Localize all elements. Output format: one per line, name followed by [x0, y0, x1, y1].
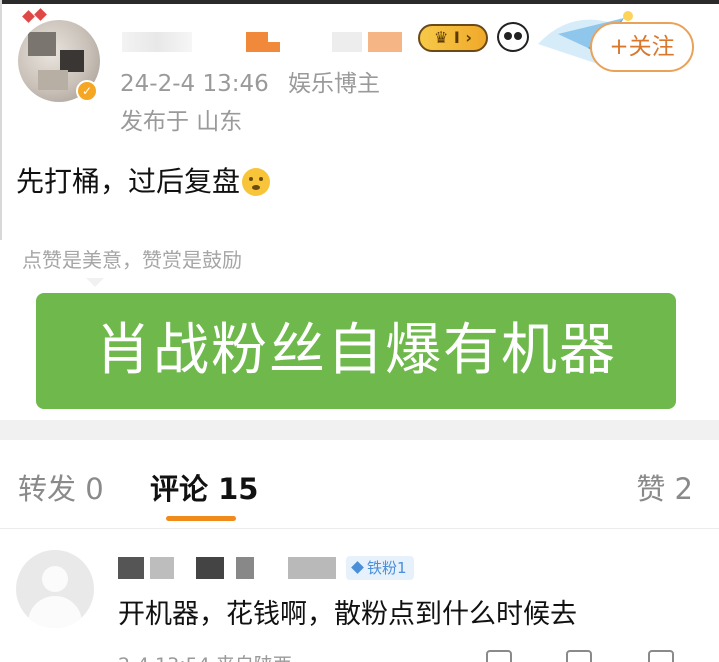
comment-text: 开机器，花钱啊，散粉点到什么时候去 — [118, 599, 577, 630]
tabs-divider — [0, 528, 719, 529]
caption-banner: 肖战粉丝自爆有机器 — [36, 293, 676, 409]
author-tag: 娱乐博主 — [288, 71, 381, 97]
author-name-blurred — [268, 32, 280, 42]
post-content: 先打桶，过后复盘 — [16, 160, 271, 200]
post-timestamp: 24-2-4 13:46 — [120, 71, 269, 97]
commenter-name-blurred[interactable] — [118, 557, 144, 579]
level-badge-label: I — [453, 28, 460, 47]
reward-note[interactable]: 点赞是美意，赞赏是鼓励 — [22, 244, 242, 273]
active-tab-indicator — [166, 516, 236, 521]
tab-like[interactable]: 赞 2 — [636, 466, 693, 508]
fan-badge: 铁粉1 — [346, 556, 414, 580]
commenter-avatar[interactable] — [16, 550, 94, 628]
section-divider — [0, 420, 719, 440]
follow-button[interactable]: +关注 — [590, 22, 694, 72]
post-meta: 24-2-4 13:46 娱乐博主 — [120, 64, 380, 98]
tab-repost[interactable]: 转发 0 — [18, 466, 104, 508]
panda-icon — [497, 22, 529, 52]
share-icon[interactable] — [486, 650, 512, 662]
left-edge — [0, 0, 2, 240]
diamond-icon — [351, 561, 364, 574]
commenter-name-blurred — [288, 557, 336, 579]
like-icon[interactable] — [648, 650, 674, 662]
fan-badge-label: 铁粉1 — [367, 559, 407, 577]
commenter-name-blurred — [150, 557, 174, 579]
thinking-face-icon — [242, 168, 271, 196]
verified-badge-icon: ✓ — [76, 80, 98, 102]
author-name-blurred — [368, 32, 402, 52]
author-name-blurred — [332, 32, 362, 52]
commenter-name-blurred — [196, 557, 224, 579]
author-name-blurred[interactable] — [122, 32, 192, 52]
level-badge: ♛ I › — [418, 24, 488, 52]
commenter-name-blurred — [236, 557, 254, 579]
reply-icon[interactable] — [566, 650, 592, 662]
post-location: 发布于 山东 — [120, 109, 243, 135]
reward-caret-icon — [86, 278, 104, 287]
comment-meta: 2-4 13:54 来自陕西 — [118, 650, 292, 662]
post-content-text: 先打桶，过后复盘 — [16, 165, 241, 198]
tab-comment[interactable]: 评论 15 — [150, 466, 258, 508]
